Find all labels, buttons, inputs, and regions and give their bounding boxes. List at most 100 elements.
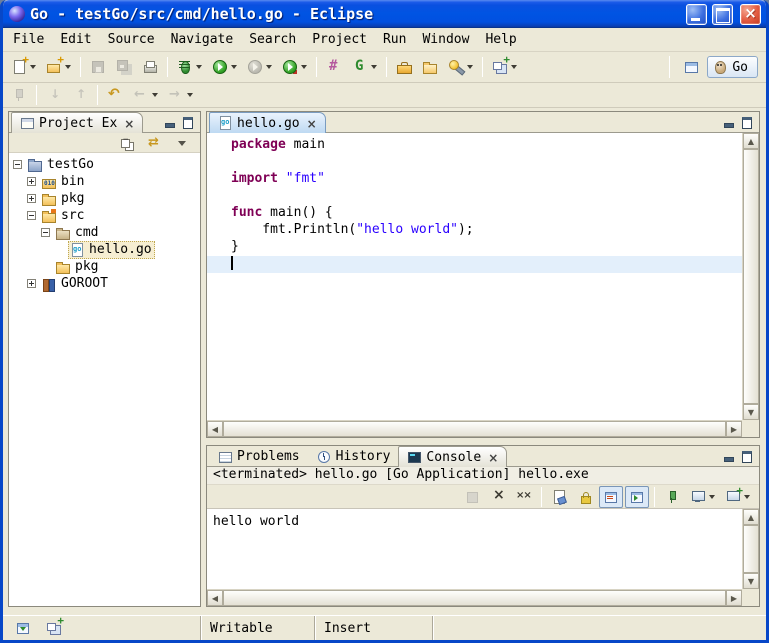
minimize-view-icon[interactable] (721, 448, 737, 464)
tree-item-src[interactable]: src (9, 207, 200, 224)
scroll-up-button[interactable] (743, 133, 759, 149)
minimize-view-icon[interactable] (162, 114, 178, 130)
print-button[interactable] (138, 56, 162, 78)
menu-run[interactable]: Run (375, 30, 414, 49)
scroll-down-button[interactable] (743, 404, 759, 420)
menu-navigate[interactable]: Navigate (163, 30, 242, 49)
debug-button[interactable] (173, 56, 206, 78)
remove-all-launches-button[interactable] (512, 486, 536, 508)
show-on-output-button[interactable] (625, 486, 649, 508)
back-button[interactable] (129, 84, 162, 106)
maximize-button[interactable] (712, 4, 733, 25)
tree-item-testgo[interactable]: testGo (9, 156, 200, 173)
maximize-view-icon[interactable] (739, 448, 755, 464)
tab-project-explorer[interactable]: Project Ex (11, 112, 143, 133)
console-vertical-scrollbar[interactable] (742, 509, 759, 589)
close-view-icon[interactable] (123, 117, 135, 129)
display-console-button[interactable] (686, 486, 719, 508)
editor-vertical-scrollbar[interactable] (742, 133, 759, 420)
scroll-right-button[interactable] (726, 421, 742, 437)
clear-console-button[interactable] (547, 486, 571, 508)
code-line-1[interactable]: package main (207, 137, 742, 154)
menu-help[interactable]: Help (477, 30, 524, 49)
menu-window[interactable]: Window (414, 30, 477, 49)
code-line-6[interactable]: fmt.Println("hello world"); (207, 222, 742, 239)
go-build-button[interactable] (322, 56, 346, 78)
expander-minus-icon[interactable] (27, 211, 36, 220)
tab-console[interactable]: Console (398, 446, 507, 467)
scroll-left-button[interactable] (207, 590, 223, 606)
go-generate-button[interactable] (348, 56, 381, 78)
scroll-down-button[interactable] (743, 573, 759, 589)
forward-button[interactable] (164, 84, 197, 106)
scrollbar-thumb[interactable] (743, 149, 759, 404)
code-line-4[interactable] (207, 188, 742, 205)
search-button[interactable] (444, 56, 477, 78)
console-horizontal-scrollbar[interactable] (207, 589, 742, 606)
scrollbar-thumb[interactable] (223, 590, 726, 606)
pin-console-button[interactable] (660, 486, 684, 508)
code-line-2[interactable] (207, 154, 742, 171)
minimize-button[interactable] (686, 4, 707, 25)
view-menu-button[interactable] (171, 132, 195, 154)
open-resource-button[interactable] (392, 56, 416, 78)
show-view-button[interactable] (42, 617, 66, 639)
next-annotation-button[interactable] (42, 84, 66, 106)
expander-minus-icon[interactable] (41, 228, 50, 237)
open-perspective-button[interactable] (679, 56, 703, 78)
remove-launch-button[interactable] (486, 486, 510, 508)
run-button[interactable] (208, 56, 241, 78)
scroll-right-button[interactable] (726, 590, 742, 606)
code-line-5[interactable]: func main() { (207, 205, 742, 222)
new-go-element-button[interactable] (42, 56, 75, 78)
tree-item-hello-go[interactable]: hello.go (9, 241, 200, 258)
expander-plus-icon[interactable] (27, 194, 36, 203)
scroll-left-button[interactable] (207, 421, 223, 437)
editor-tab-hello-go[interactable]: hello.go (209, 112, 326, 133)
previous-annotation-button[interactable] (68, 84, 92, 106)
open-folder-button[interactable] (418, 56, 442, 78)
expander-minus-icon[interactable] (13, 160, 22, 169)
code-line-3[interactable]: import "fmt" (207, 171, 742, 188)
close-button[interactable] (740, 4, 761, 25)
scrollbar-thumb[interactable] (223, 421, 726, 437)
menu-source[interactable]: Source (100, 30, 163, 49)
terminate-button[interactable] (460, 486, 484, 508)
new-wizard-button[interactable] (7, 56, 40, 78)
console-output[interactable]: hello world (207, 509, 742, 589)
scrollbar-thumb[interactable] (743, 525, 759, 573)
scroll-lock-button[interactable] (573, 486, 597, 508)
close-view-icon[interactable] (487, 451, 499, 463)
save-all-button[interactable] (112, 56, 136, 78)
external-tools-button[interactable] (278, 56, 311, 78)
menu-project[interactable]: Project (304, 30, 375, 49)
tree-item-bin[interactable]: bin (9, 173, 200, 190)
tree-item-goroot[interactable]: GOROOT (9, 275, 200, 292)
link-with-editor-button[interactable] (143, 132, 167, 154)
collapse-all-button[interactable] (115, 132, 139, 154)
minimize-view-icon[interactable] (721, 114, 737, 130)
title-bar[interactable]: Go - testGo/src/cmd/hello.go - Eclipse (3, 0, 766, 28)
pin-editor-button[interactable] (7, 84, 31, 106)
tab-history[interactable]: History (308, 446, 399, 466)
expander-plus-icon[interactable] (27, 279, 36, 288)
tree-item-src-pkg[interactable]: pkg (9, 258, 200, 275)
code-line-8[interactable] (207, 256, 742, 273)
fast-view-button[interactable] (11, 617, 35, 639)
open-console-button[interactable] (721, 486, 754, 508)
menu-edit[interactable]: Edit (52, 30, 99, 49)
scroll-up-button[interactable] (743, 509, 759, 525)
tree-item-pkg[interactable]: pkg (9, 190, 200, 207)
open-perspective-dropdown-button[interactable] (488, 56, 521, 78)
tab-problems[interactable]: Problems (209, 446, 308, 466)
code-line-7[interactable]: } (207, 239, 742, 256)
expander-plus-icon[interactable] (27, 177, 36, 186)
perspective-go-button[interactable]: Go (707, 56, 758, 78)
last-edit-location-button[interactable] (103, 84, 127, 106)
code-area[interactable]: package main import "fmt" func main() { fm… (207, 133, 742, 420)
tree-item-cmd[interactable]: cmd (9, 224, 200, 241)
menu-search[interactable]: Search (241, 30, 304, 49)
word-wrap-button[interactable] (599, 486, 623, 508)
run-history-button[interactable] (243, 56, 276, 78)
editor-horizontal-scrollbar[interactable] (207, 420, 742, 437)
